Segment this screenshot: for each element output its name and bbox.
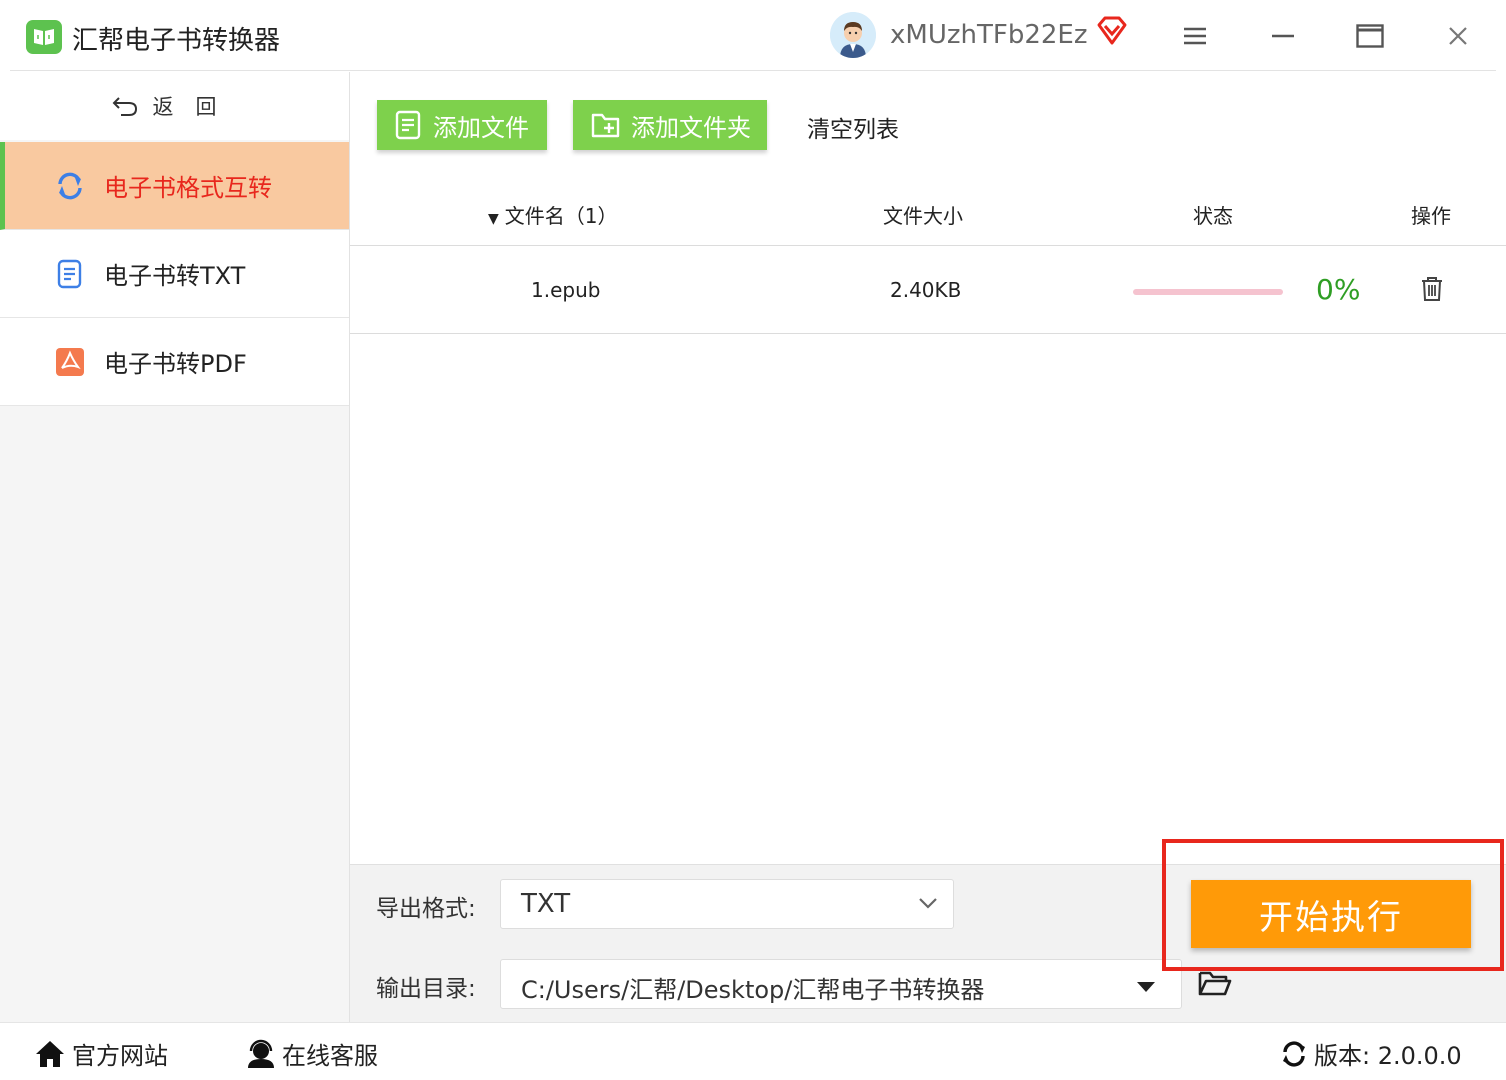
official-website-link[interactable]: 官方网站 [34, 1036, 168, 1071]
add-folder-button[interactable]: 添加文件夹 [573, 100, 767, 150]
sidebar-item-to-txt[interactable]: 电子书转TXT [0, 230, 349, 318]
sidebar: 返回 电子书格式互转 电子书转TXT 电子书转PDF [0, 72, 350, 1022]
trash-icon[interactable] [1420, 276, 1444, 306]
back-label: 返回 [152, 95, 239, 119]
main-panel: 添加文件 添加文件夹 清空列表 ▼ 文件名（1） 文件大小 状态 操作 1.epu… [350, 72, 1506, 864]
file-name: 1.epub [531, 278, 601, 302]
sidebar-item-label: 电子书转TXT [104, 262, 246, 290]
add-folder-label: 添加文件夹 [631, 113, 751, 142]
caret-down-icon [1137, 982, 1155, 992]
output-dir-value: C:/Users/汇帮/Desktop/汇帮电子书转换器 [521, 976, 985, 1004]
add-folder-icon [591, 113, 620, 138]
column-header-size: 文件大小 [883, 204, 963, 228]
book-icon [26, 20, 62, 54]
refresh-icon [1283, 1040, 1305, 1067]
column-header-action: 操作 [1411, 204, 1451, 228]
diamond-icon[interactable] [1096, 16, 1128, 50]
start-button[interactable]: 开始执行 [1191, 880, 1471, 948]
user-avatar[interactable] [830, 12, 876, 58]
table-row[interactable]: 1.epub 2.40KB 0% [350, 247, 1506, 334]
back-arrow-icon [112, 97, 137, 116]
output-dir-field[interactable]: C:/Users/汇帮/Desktop/汇帮电子书转换器 [500, 959, 1182, 1009]
version-info[interactable]: 版本: 2.0.0.0 [1280, 1036, 1462, 1071]
file-size: 2.40KB [890, 278, 962, 302]
version-label: 版本: 2.0.0.0 [1314, 1042, 1462, 1070]
progress-percent: 0% [1316, 273, 1361, 306]
format-select[interactable]: TXT [500, 879, 954, 929]
add-file-button[interactable]: 添加文件 [377, 100, 547, 150]
add-file-label: 添加文件 [433, 113, 529, 142]
sidebar-item-to-pdf[interactable]: 电子书转PDF [0, 318, 349, 406]
output-settings-panel: 导出格式: TXT 输出目录: C:/Users/汇帮/Desktop/汇帮电子… [350, 839, 1506, 1022]
dir-label: 输出目录: [376, 976, 476, 1002]
back-button[interactable]: 返回 [0, 72, 349, 140]
sidebar-item-label: 电子书转PDF [104, 350, 247, 378]
headset-icon [248, 1039, 274, 1068]
format-value: TXT [521, 889, 571, 919]
refresh-icon [58, 172, 82, 200]
pdf-icon [56, 348, 84, 376]
folder-open-icon[interactable] [1198, 969, 1232, 1001]
chevron-down-icon [919, 898, 937, 909]
home-icon [36, 1040, 64, 1067]
clear-list-button[interactable]: 清空列表 [807, 110, 899, 144]
maximize-icon[interactable] [1350, 16, 1390, 56]
app-title: 汇帮电子书转换器 [72, 26, 281, 56]
sidebar-item-label: 电子书格式互转 [104, 174, 272, 202]
official-website-label: 官方网站 [72, 1042, 168, 1070]
format-label: 导出格式: [376, 896, 476, 922]
username: xMUzhTFb22Ez [890, 20, 1088, 50]
title-divider [10, 70, 1496, 71]
title-bar: 汇帮电子书转换器 xMUzhTFb22Ez [0, 0, 1506, 72]
column-header-status: 状态 [1193, 204, 1233, 228]
add-file-icon [395, 110, 421, 140]
online-support-link[interactable]: 在线客服 [246, 1036, 378, 1071]
sort-caret-icon: ▼ [488, 211, 499, 227]
menu-icon[interactable] [1175, 16, 1215, 56]
progress-bar [1133, 289, 1283, 295]
close-icon[interactable] [1438, 16, 1478, 56]
sidebar-item-format-convert[interactable]: 电子书格式互转 [0, 142, 349, 230]
minimize-icon[interactable] [1263, 16, 1303, 56]
online-support-label: 在线客服 [282, 1042, 378, 1070]
document-icon [57, 259, 82, 289]
column-header-name[interactable]: ▼ 文件名（1） [488, 200, 618, 229]
status-bar: 官方网站 在线客服 版本: 2.0.0.0 [0, 1022, 1506, 1080]
table-header: ▼ 文件名（1） 文件大小 状态 操作 [350, 184, 1506, 246]
